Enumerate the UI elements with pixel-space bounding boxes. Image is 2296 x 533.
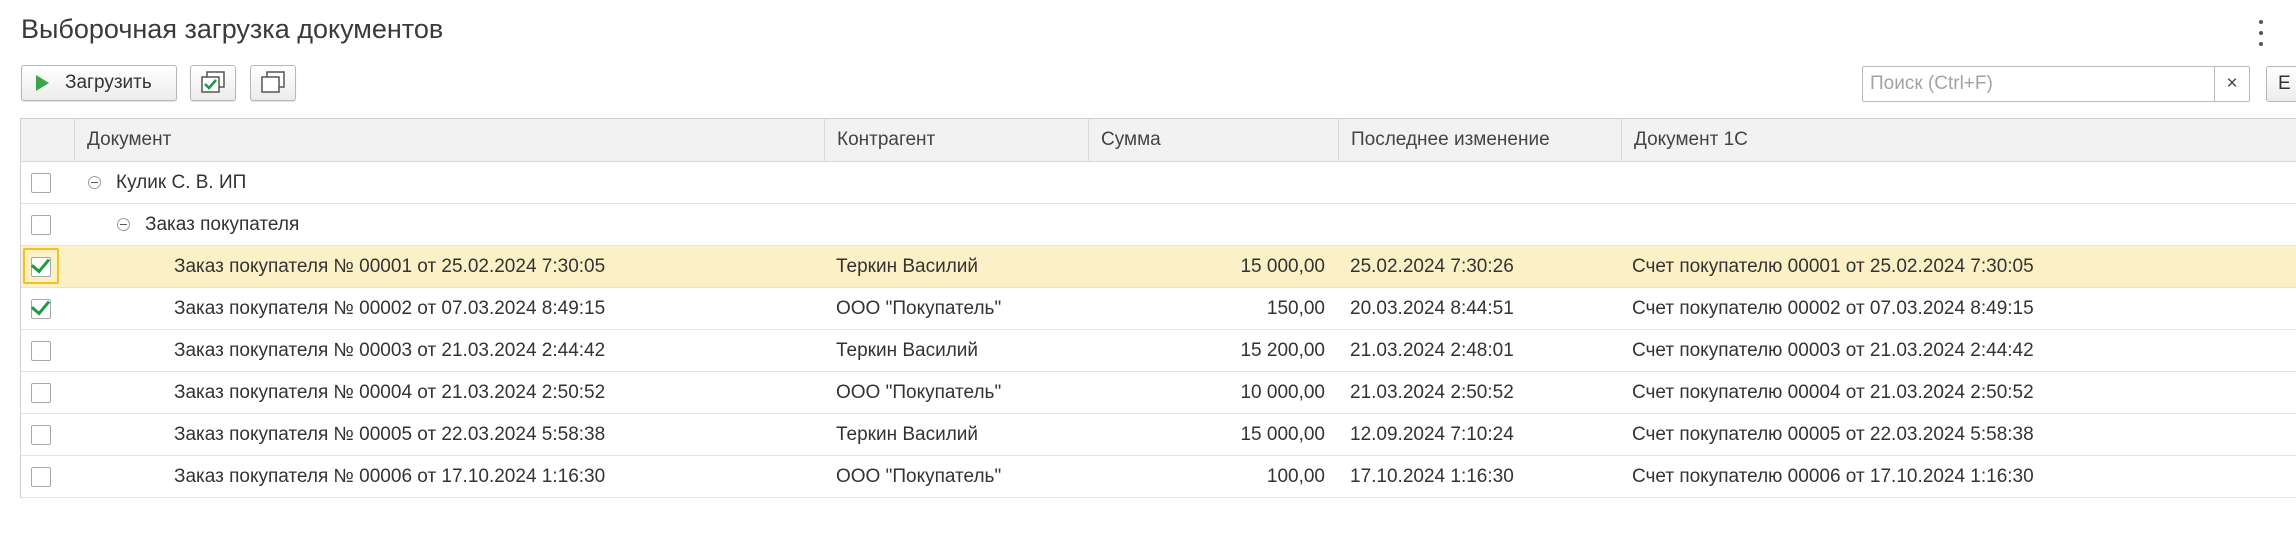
cell-modified: 21.03.2024 2:50:52	[1350, 382, 1514, 403]
cell-amount: 100,00	[1266, 466, 1325, 487]
cell-document: Заказ покупателя № 00005 от 22.03.2024 5…	[174, 424, 606, 445]
cell-doc1c: Счет покупателю 00004 от 21.03.2024 2:50…	[1632, 382, 2034, 403]
search-box: ×	[1862, 66, 2250, 102]
column-header-modified[interactable]: Последнее изменение	[1338, 119, 1621, 161]
collapse-icon[interactable]	[117, 218, 130, 231]
cell-counterparty: Теркин Василий	[836, 340, 979, 361]
table-row[interactable]: Заказ покупателя № 00001 от 25.02.2024 7…	[21, 246, 2296, 288]
row-checkbox[interactable]	[30, 295, 51, 319]
cell-amount: 15 000,00	[1240, 424, 1325, 445]
table-header: Документ Контрагент Сумма Последнее изме…	[21, 119, 2296, 162]
group-row-counterparty[interactable]: Кулик С. В. ИП	[21, 162, 2296, 204]
cell-modified: 17.10.2024 1:16:30	[1350, 466, 1514, 487]
collapse-icon[interactable]	[88, 176, 101, 189]
row-checkbox[interactable]	[31, 383, 51, 403]
cell-doc1c: Счет покупателю 00003 от 21.03.2024 2:44…	[1632, 340, 2034, 361]
cell-counterparty: ООО "Покупатель"	[836, 298, 1002, 319]
cell-counterparty: ООО "Покупатель"	[836, 466, 1002, 487]
uncheck-all-icon	[261, 71, 285, 93]
cell-modified: 12.09.2024 7:10:24	[1350, 424, 1514, 445]
row-checkbox[interactable]	[31, 215, 51, 235]
table-row[interactable]: Заказ покупателя № 00005 от 22.03.2024 5…	[21, 414, 2296, 456]
row-checkbox[interactable]	[31, 467, 51, 487]
load-button[interactable]: Загрузить	[21, 65, 177, 101]
cell-amount: 15 000,00	[1240, 256, 1325, 277]
cell-counterparty: Теркин Василий	[836, 424, 979, 445]
checkmark-icon	[30, 253, 51, 274]
table-row[interactable]: Заказ покупателя № 00004 от 21.03.2024 2…	[21, 372, 2296, 414]
search-clear-button[interactable]: ×	[2214, 67, 2249, 101]
cell-doc1c: Счет покупателю 00005 от 22.03.2024 5:58…	[1632, 424, 2034, 445]
group-label: Кулик С. В. ИП	[116, 172, 247, 193]
documents-table: Документ Контрагент Сумма Последнее изме…	[20, 118, 2296, 498]
cell-amount: 150,00	[1266, 298, 1325, 319]
cell-amount: 15 200,00	[1240, 340, 1325, 361]
cell-doc1c: Счет покупателю 00002 от 07.03.2024 8:49…	[1632, 298, 2034, 319]
column-header-amount[interactable]: Сумма	[1088, 119, 1338, 161]
column-header-checkbox	[21, 119, 74, 161]
table-row[interactable]: Заказ покупателя № 00003 от 21.03.2024 2…	[21, 330, 2296, 372]
more-actions-icon[interactable]	[2256, 20, 2266, 46]
load-button-label: Загрузить	[65, 72, 152, 93]
search-input[interactable]	[1863, 67, 2203, 101]
cell-document: Заказ покупателя № 00002 от 07.03.2024 8…	[174, 298, 606, 319]
check-all-icon	[201, 71, 225, 93]
row-checkbox[interactable]	[31, 425, 51, 445]
cell-document: Заказ покупателя № 00003 от 21.03.2024 2…	[174, 340, 606, 361]
table-row[interactable]: Заказ покупателя № 00002 от 07.03.2024 8…	[21, 288, 2296, 330]
group-row-doctype[interactable]: Заказ покупателя	[21, 204, 2296, 246]
cell-modified: 21.03.2024 2:48:01	[1350, 340, 1514, 361]
play-icon	[36, 75, 49, 91]
row-checkbox[interactable]	[31, 173, 51, 193]
cell-doc1c: Счет покупателю 00006 от 17.10.2024 1:16…	[1632, 466, 2034, 487]
column-header-doc1c[interactable]: Документ 1С	[1621, 119, 2296, 161]
uncheck-all-button[interactable]	[250, 65, 296, 101]
check-all-button[interactable]	[190, 65, 236, 101]
row-checkbox[interactable]	[30, 253, 51, 277]
column-header-counterparty[interactable]: Контрагент	[824, 119, 1088, 161]
window-title: Выборочная загрузка документов	[21, 14, 444, 44]
cell-document: Заказ покупателя № 00004 от 21.03.2024 2…	[174, 382, 606, 403]
cell-amount: 10 000,00	[1240, 382, 1325, 403]
checkmark-icon	[30, 295, 51, 316]
group-label: Заказ покупателя	[145, 214, 300, 235]
table-row[interactable]: Заказ покупателя № 00006 от 17.10.2024 1…	[21, 456, 2296, 498]
cell-doc1c: Счет покупателю 00001 от 25.02.2024 7:30…	[1632, 256, 2034, 277]
extra-button[interactable]: Е	[2266, 66, 2296, 102]
row-checkbox[interactable]	[31, 341, 51, 361]
cell-modified: 25.02.2024 7:30:26	[1350, 256, 1514, 277]
cell-document: Заказ покупателя № 00001 от 25.02.2024 7…	[174, 256, 606, 277]
cell-document: Заказ покупателя № 00006 от 17.10.2024 1…	[174, 466, 606, 487]
column-header-document[interactable]: Документ	[74, 119, 824, 161]
cell-modified: 20.03.2024 8:44:51	[1350, 298, 1514, 319]
cell-counterparty: ООО "Покупатель"	[836, 382, 1002, 403]
cell-counterparty: Теркин Василий	[836, 256, 979, 277]
